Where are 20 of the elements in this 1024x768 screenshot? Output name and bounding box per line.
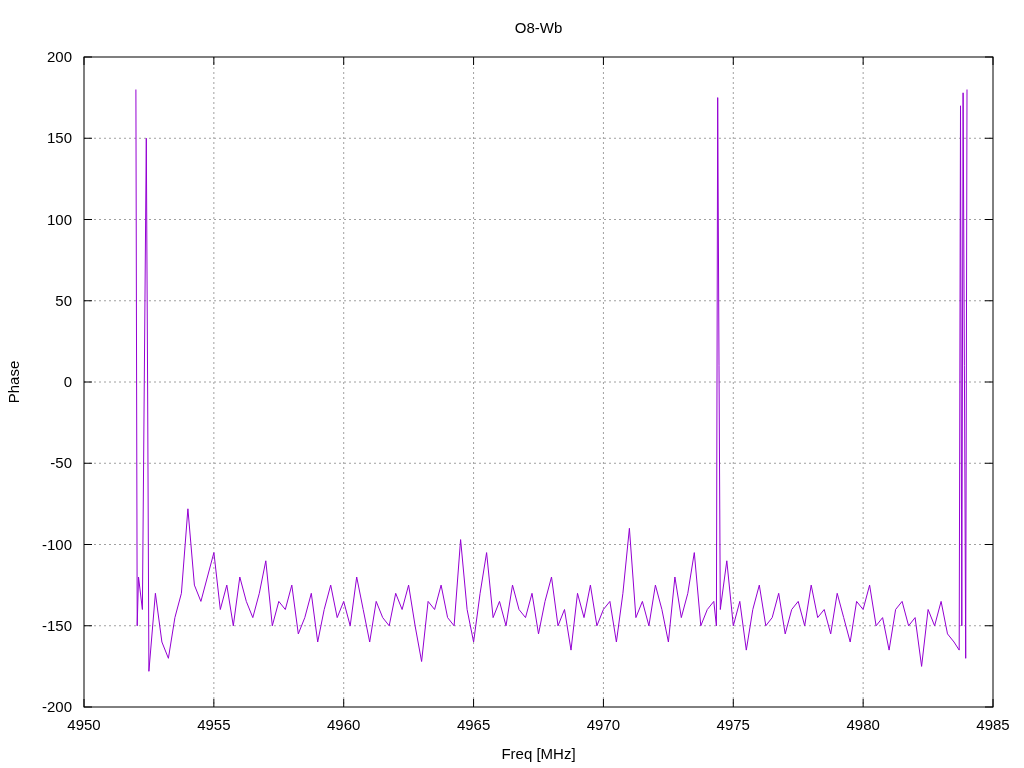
x-tick-label: 4955 xyxy=(197,716,231,733)
x-tick-label: 4960 xyxy=(327,716,361,733)
y-tick-label: 50 xyxy=(55,291,72,309)
y-tick-label: 0 xyxy=(63,373,72,390)
x-tick-label: 4985 xyxy=(976,716,1010,733)
y-tick-label: -150 xyxy=(41,616,72,634)
y-axis-title: Phase xyxy=(5,360,22,404)
chart-title: O8-Wb xyxy=(514,19,563,36)
x-tick-label: 4950 xyxy=(67,716,101,733)
y-tick-label: -50 xyxy=(50,454,72,472)
y-tick-label: -100 xyxy=(41,535,72,553)
y-tick-label: 150 xyxy=(46,129,72,147)
x-tick-label: 4975 xyxy=(716,716,750,733)
x-axis-title: Freq [MHz] xyxy=(501,745,576,762)
x-tick-label: 4970 xyxy=(586,716,621,733)
y-tick-label: 200 xyxy=(46,48,72,65)
x-tick-label: 4965 xyxy=(456,716,491,733)
y-tick-label: 100 xyxy=(46,210,72,228)
x-tick-label: 4980 xyxy=(846,716,880,733)
y-tick-label: -200 xyxy=(41,698,72,715)
